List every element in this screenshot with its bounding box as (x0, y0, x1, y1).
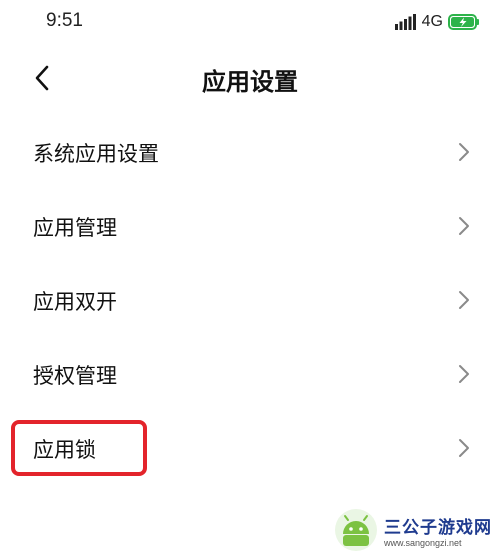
settings-item-label: 应用双开 (33, 290, 117, 314)
watermark: 三公子游戏网 www.sangongzi.net (334, 508, 492, 552)
chevron-right-icon (459, 217, 469, 235)
chevron-right-icon (459, 143, 469, 161)
settings-item-label: 授权管理 (33, 364, 117, 388)
network-type-label: 4G (421, 13, 443, 30)
chevron-right-icon (459, 439, 469, 457)
settings-item-system-app-settings[interactable]: 系统应用设置 (0, 116, 500, 190)
phone-screen: 9:51 4G 应用设置 系统应用设置 应用管理 应用双开 授权管理 应用锁 三… (0, 0, 500, 556)
watermark-url: www.sangongzi.net (384, 537, 462, 548)
page-header: 应用设置 (0, 48, 500, 108)
watermark-text: 三公子游戏网 www.sangongzi.net (384, 513, 492, 548)
settings-item-label: 系统应用设置 (33, 142, 159, 166)
watermark-site-name: 三公子游戏网 (384, 517, 492, 538)
page-title: 应用设置 (202, 68, 298, 96)
settings-item-permissions[interactable]: 授权管理 (0, 338, 500, 412)
android-mascot-logo-icon (335, 509, 377, 551)
status-time: 9:51 (46, 10, 83, 31)
settings-item-app-management[interactable]: 应用管理 (0, 190, 500, 264)
chevron-right-icon (459, 365, 469, 383)
status-indicators: 4G (394, 12, 480, 32)
settings-list: 系统应用设置 应用管理 应用双开 授权管理 应用锁 (0, 116, 500, 486)
settings-item-dual-apps[interactable]: 应用双开 (0, 264, 500, 338)
settings-item-label: 应用锁 (33, 438, 96, 462)
chevron-right-icon (459, 291, 469, 309)
signal-bars-icon (394, 14, 416, 30)
battery-charging-icon (448, 14, 479, 30)
settings-item-label: 应用管理 (33, 216, 117, 240)
settings-item-app-lock[interactable]: 应用锁 (0, 412, 500, 486)
status-bar: 9:51 4G (0, 0, 500, 44)
